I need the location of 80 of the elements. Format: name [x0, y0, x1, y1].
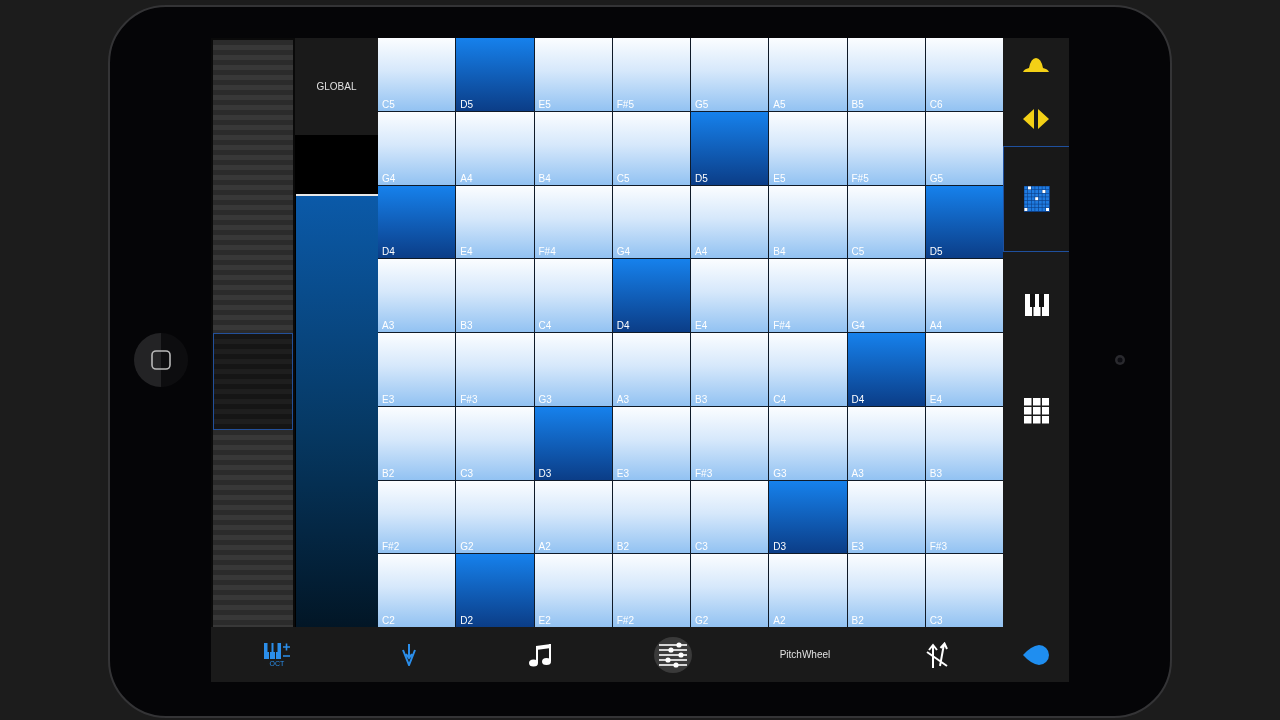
dot-grid-icon: [1023, 186, 1050, 212]
note-pad[interactable]: A4: [925, 259, 1003, 332]
note-pad[interactable]: E3: [612, 406, 690, 480]
note-pad[interactable]: F#4: [769, 259, 847, 332]
grid-icon: [1023, 398, 1050, 424]
note-pad[interactable]: C5: [612, 111, 690, 185]
mixer-button[interactable]: [654, 636, 692, 673]
note-pad[interactable]: C5: [847, 185, 925, 259]
note-pad[interactable]: D4: [612, 259, 690, 332]
note-pad[interactable]: D5: [691, 111, 769, 185]
note-pad[interactable]: C4: [769, 333, 847, 406]
note-pad[interactable]: G2: [456, 480, 534, 554]
note-pad[interactable]: D3: [534, 406, 612, 480]
note-pad[interactable]: G3: [769, 406, 847, 480]
note-pad[interactable]: B2: [378, 406, 456, 480]
note-pad[interactable]: B5: [847, 38, 925, 111]
note-pad[interactable]: G5: [691, 38, 769, 111]
note-pad[interactable]: D3: [769, 480, 847, 554]
note-pad[interactable]: G4: [847, 259, 925, 332]
note-pad[interactable]: E4: [925, 333, 1003, 406]
note-pad[interactable]: A4: [456, 111, 534, 185]
note-pad[interactable]: D5: [925, 185, 1003, 259]
note-pad[interactable]: F#2: [378, 480, 456, 554]
note-pad[interactable]: C3: [925, 554, 1003, 627]
note-pad[interactable]: A2: [769, 554, 847, 627]
note-pad[interactable]: D4: [378, 185, 456, 259]
note-pad[interactable]: F#4: [534, 185, 612, 259]
note-pad[interactable]: F#2: [612, 554, 690, 627]
piano-keys-icon: [1024, 294, 1049, 316]
note-pad[interactable]: C3: [456, 406, 534, 480]
drop-icon: [1023, 644, 1049, 665]
note-pad[interactable]: C5: [378, 38, 456, 111]
note-pad[interactable]: D4: [847, 333, 925, 406]
note-pad[interactable]: A3: [847, 406, 925, 480]
note-pad[interactable]: D5: [456, 38, 534, 111]
note-pad[interactable]: C4: [534, 259, 612, 332]
note-pad[interactable]: E5: [534, 38, 612, 111]
piano-plus-minus-icon: [264, 642, 290, 659]
note-pad[interactable]: G3: [534, 333, 612, 406]
note-pad[interactable]: B3: [691, 333, 769, 406]
note-pad[interactable]: E5: [769, 111, 847, 185]
note-pad[interactable]: B4: [769, 185, 847, 259]
note-pad[interactable]: B2: [612, 480, 690, 554]
dome-icon: [1023, 58, 1049, 72]
note-pad[interactable]: G5: [925, 111, 1003, 185]
crossed-arrows-icon: [925, 641, 949, 668]
global-button[interactable]: GLOBAL: [295, 38, 378, 135]
note-pad[interactable]: B3: [925, 406, 1003, 480]
note-pad[interactable]: E4: [456, 185, 534, 259]
note-pad[interactable]: B4: [534, 111, 612, 185]
note-pad[interactable]: B3: [456, 259, 534, 332]
note-pad[interactable]: G4: [378, 111, 456, 185]
note-pad[interactable]: A5: [769, 38, 847, 111]
note-pad[interactable]: A2: [534, 480, 612, 554]
square-icon: [150, 350, 171, 370]
note-pad[interactable]: B2: [847, 554, 925, 627]
camera-icon: [1114, 355, 1125, 365]
note-pad[interactable]: G2: [691, 554, 769, 627]
sliders-icon: [659, 641, 687, 668]
note-pad[interactable]: C6: [925, 38, 1003, 111]
note-pad[interactable]: A3: [612, 333, 690, 406]
note-pad[interactable]: E2: [534, 554, 612, 627]
v-arrow-icon: [402, 643, 416, 666]
note-pad[interactable]: A3: [378, 259, 456, 332]
note-pad[interactable]: C2: [378, 554, 456, 627]
note-pad[interactable]: F#5: [847, 111, 925, 185]
note-pad[interactable]: E3: [378, 333, 456, 406]
left-right-arrows-icon: [1023, 109, 1049, 129]
music-notes-icon: [529, 642, 553, 667]
note-pad[interactable]: F#3: [925, 480, 1003, 554]
pitchwheel-button[interactable]: PitchWheel: [777, 645, 833, 664]
note-pad[interactable]: G4: [612, 185, 690, 259]
note-pad[interactable]: E4: [691, 259, 769, 332]
note-pad[interactable]: C3: [691, 480, 769, 554]
note-pad[interactable]: D2: [456, 554, 534, 627]
note-pad[interactable]: F#3: [456, 333, 534, 406]
note-pad[interactable]: F#5: [612, 38, 690, 111]
note-pad[interactable]: A4: [691, 185, 769, 259]
note-pad[interactable]: F#3: [691, 406, 769, 480]
note-pad[interactable]: E3: [847, 480, 925, 554]
